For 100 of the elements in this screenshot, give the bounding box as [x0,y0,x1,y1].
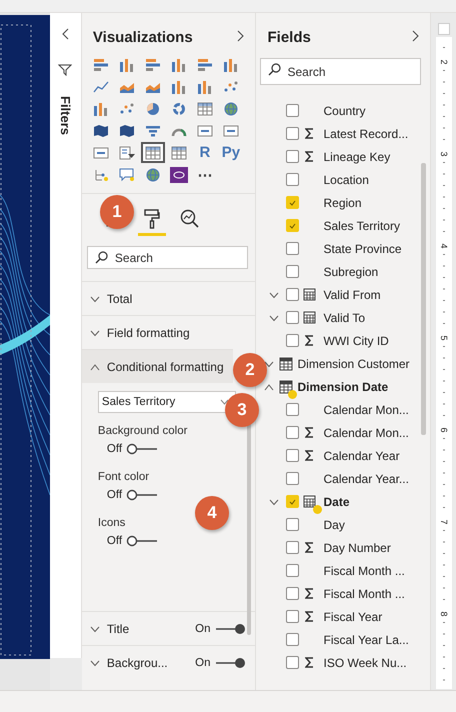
field-name[interactable]: Day Number [324,540,391,554]
section-header[interactable]: Title On [82,611,254,645]
field-name[interactable]: Region [324,196,362,210]
scrollbar[interactable] [246,423,250,635]
field-name[interactable]: Lineage Key [324,150,390,164]
checkbox[interactable] [286,311,298,324]
table-icon [278,380,292,394]
card-icon [222,124,239,138]
search-field[interactable]: Search [260,58,422,85]
field-name[interactable]: Fiscal Year La... [324,632,409,646]
column-chart-icon [118,58,135,72]
field-name[interactable]: Calendar Mon... [324,402,409,416]
checkbox[interactable] [286,472,298,485]
chevron-icon[interactable] [264,382,274,390]
toggle-switch[interactable] [126,535,158,547]
chevron-icon[interactable] [268,290,278,298]
check-icon [288,498,296,504]
checkbox[interactable] [286,449,298,462]
chevron-icon[interactable] [268,498,278,506]
field-name[interactable]: Calendar Year [324,448,400,462]
field-name[interactable]: Subregion [324,264,378,278]
ruler-corner [438,23,450,35]
checkbox[interactable] [286,656,298,669]
bar-chart-icon [144,58,161,72]
pane-tab[interactable] [138,208,166,236]
filter-icon [58,64,72,76]
checkbox[interactable] [286,564,298,577]
checkbox[interactable] [286,173,298,186]
checkbox[interactable] [286,610,298,623]
globe-icon [222,102,239,116]
toggle-label: On [195,656,210,668]
chevron-icon[interactable] [90,294,100,302]
section-header[interactable]: Conditional formatting [82,349,233,383]
field-name[interactable]: Latest Record... [324,126,408,140]
field-name[interactable]: Valid From [324,288,381,302]
toggle-switch[interactable] [126,489,158,501]
scatter-chart-icon [118,102,135,116]
scrollbar[interactable] [421,163,426,435]
pane-title: Fields [268,29,311,46]
field-dropdown[interactable]: Sales Territory [98,391,236,413]
sigma-icon [305,611,314,622]
toggle-switch[interactable] [214,656,246,668]
visual-type-button[interactable]: ⋯ [192,164,217,185]
field-name[interactable]: Sales Territory [324,218,400,232]
chevron-icon[interactable] [90,658,100,666]
checkbox[interactable] [286,518,298,531]
field-name[interactable]: ISO Week Nu... [324,656,407,670]
checkbox[interactable] [286,495,298,508]
field-name[interactable]: Fiscal Year [324,610,382,624]
search-field[interactable]: Search [86,246,248,269]
checkbox[interactable] [286,541,298,554]
field-name[interactable]: State Province [324,242,402,256]
field-name[interactable]: Calendar Year... [324,472,409,486]
tree-chart-icon [92,168,109,182]
ruler-label: 2 [438,58,449,66]
section-header[interactable]: Total [82,281,254,315]
checkbox[interactable] [286,219,298,232]
checkbox[interactable] [286,265,298,278]
table-name[interactable]: Dimension Customer [298,356,410,370]
visual-type-button[interactable]: R [192,142,217,163]
field-name[interactable]: Fiscal Month ... [324,586,405,600]
chevron-icon[interactable] [264,360,274,368]
table-name[interactable]: Dimension Date [298,380,388,394]
table-icon [170,146,187,160]
field-name[interactable]: Day [324,518,345,532]
checkbox[interactable] [286,633,298,646]
field-name[interactable]: Date [324,494,350,508]
checkbox[interactable] [286,196,298,209]
checkbox[interactable] [286,334,298,347]
visual-type-button[interactable] [140,142,165,163]
filters-title[interactable]: Filters [58,96,73,136]
magnifier-chart-icon [180,208,200,228]
toggle-switch[interactable] [214,622,246,634]
checkbox[interactable] [286,242,298,255]
chevron-icon[interactable] [268,314,278,322]
toggle-switch[interactable] [126,443,158,455]
field-name[interactable]: Country [324,104,366,118]
column-chart-icon [170,58,187,72]
checkbox[interactable] [286,288,298,301]
chevron-icon[interactable] [90,328,100,336]
field-name[interactable]: Calendar Mon... [324,426,409,440]
field-name[interactable]: WWI City ID [324,334,389,348]
field-name[interactable]: Location [324,172,369,186]
ruler-label: 8 [438,610,449,618]
checkbox[interactable] [286,587,298,600]
checkbox[interactable] [286,127,298,140]
section-header[interactable]: Backgrou... On [82,645,254,679]
sigma-icon [305,335,314,346]
toggle-label: Off [106,443,122,455]
checkbox[interactable] [286,426,298,439]
column-chart-icon [196,80,213,94]
checkbox[interactable] [286,104,298,117]
field-name[interactable]: Valid To [324,310,366,324]
checkbox[interactable] [286,150,298,163]
chevron-icon[interactable] [90,362,100,370]
field-name[interactable]: Fiscal Month ... [324,564,405,578]
funnel-chart-icon [144,124,161,138]
chevron-icon[interactable] [90,624,100,632]
checkbox[interactable] [286,403,298,416]
toggle-label: Off [106,535,122,547]
